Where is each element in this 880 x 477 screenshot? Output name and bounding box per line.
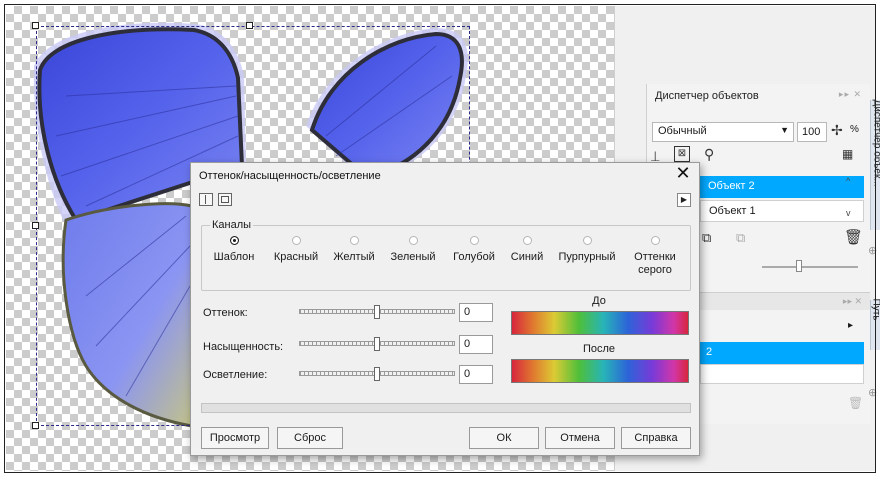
reset-button[interactable]: Сброс (277, 427, 343, 449)
path-side-tab[interactable]: Путь (870, 298, 880, 350)
saturation-slider[interactable] (299, 337, 455, 351)
radio-icon[interactable] (408, 236, 418, 245)
blend-mode-select[interactable]: Обычный ▼ (652, 122, 794, 142)
before-spectrum (511, 311, 689, 335)
add-docker-icon[interactable]: ⊕ (868, 244, 877, 257)
hue-input[interactable]: 0 (459, 303, 493, 322)
second-docker-panel: ▸▸ ✕ ▸ 2 🗑 (700, 292, 870, 412)
single-view-icon[interactable] (218, 193, 233, 206)
trash-icon[interactable]: 🗑 (848, 396, 863, 410)
saturation-label: Насыщенность: (203, 341, 284, 353)
help-button[interactable]: Справка (621, 427, 691, 449)
after-spectrum (511, 359, 689, 383)
lightness-input[interactable]: 0 (459, 365, 493, 384)
channel-label: Оттенки серого (634, 251, 676, 276)
saturation-input[interactable]: 0 (459, 335, 493, 354)
cancel-button[interactable]: Отмена (545, 427, 615, 449)
after-label: После (582, 343, 616, 355)
object-label: Объект 1 (709, 205, 756, 217)
flyout-arrow-icon[interactable]: ▸ (848, 320, 853, 331)
radio-icon[interactable] (522, 236, 532, 245)
mask-icon[interactable]: ⊠ (674, 146, 690, 162)
channel-label: Голубой (453, 251, 495, 263)
close-icon[interactable]: ✕ (673, 163, 693, 183)
channel-option-green[interactable]: Зеленый (382, 236, 444, 264)
selection-handle-bottom-left[interactable] (32, 422, 39, 429)
radio-icon[interactable] (582, 236, 592, 245)
zoom-slider-track (762, 266, 858, 268)
selection-handle-middle-left[interactable] (32, 222, 39, 229)
grid-icon[interactable]: ▦ (842, 147, 853, 161)
channels-group-label: Каналы (210, 219, 254, 231)
side-tab-label: Путь (870, 298, 880, 321)
channel-option-red[interactable]: Красный (266, 236, 326, 264)
channel-option-magenta[interactable]: Пурпурный (552, 236, 622, 264)
radio-icon[interactable] (291, 236, 301, 245)
preview-mode-toolbar (199, 193, 234, 209)
chevron-down-icon: ▼ (780, 125, 789, 135)
flyout-menu-icon[interactable]: ▶ (677, 193, 691, 207)
second-docker-selected-row[interactable]: 2 (700, 342, 864, 364)
hue-slider[interactable] (299, 305, 455, 319)
trash-icon[interactable]: 🗑 (844, 228, 863, 246)
progress-bar (201, 403, 691, 413)
channel-label: Желтый (333, 251, 375, 263)
docker-collapse-icon[interactable]: ▸▸ ✕ (839, 89, 862, 100)
saturation-slider-knob[interactable] (374, 337, 380, 351)
opacity-stepper-icon[interactable]: ✢ (831, 122, 843, 139)
zoom-slider[interactable] (762, 260, 858, 274)
add-docker-icon[interactable]: ⊕ (868, 386, 877, 399)
channel-label: Шаблон (213, 251, 255, 263)
blend-mode-value: Обычный (658, 125, 707, 137)
lightness-slider-knob[interactable] (374, 367, 380, 381)
selection-handle-top-center[interactable] (246, 22, 253, 29)
opacity-unit: % (850, 124, 859, 135)
lightness-slider[interactable] (299, 367, 455, 381)
chevron-up-icon[interactable]: ^ (846, 176, 850, 186)
radio-icon[interactable] (650, 236, 660, 245)
lightness-label: Осветление: (203, 369, 268, 381)
visibility-icon[interactable]: ⚲ (704, 146, 714, 163)
new-layer-icon[interactable]: ⧉ (702, 230, 711, 246)
docker-collapse-icon[interactable]: ▸▸ ✕ (843, 296, 862, 307)
channel-option-grayscale[interactable]: Оттенки серого (626, 236, 684, 277)
hue-saturation-lightness-dialog: Оттенок/насыщенность/осветление ✕ ▶ Кана… (190, 162, 700, 456)
radio-icon[interactable] (469, 236, 479, 245)
before-label: До (592, 295, 606, 307)
side-tab-label: Диспетчер объек... (871, 99, 880, 187)
list-scrollbar[interactable]: ^ v (846, 176, 860, 224)
second-docker-header: ▸▸ ✕ (700, 292, 870, 310)
object-manager-side-tab[interactable]: Диспетчер объек... (870, 100, 880, 230)
ok-button[interactable]: ОК (469, 427, 539, 449)
selection-handle-top-left[interactable] (32, 22, 39, 29)
channels-group: Каналы Шаблон Красный Желтый Зеленый Гол… (201, 219, 691, 291)
channel-option-yellow[interactable]: Желтый (326, 236, 382, 264)
dialog-title: Оттенок/насыщенность/осветление (199, 170, 381, 182)
channel-option-blue[interactable]: Синий (504, 236, 550, 264)
channel-label: Зеленый (390, 251, 436, 263)
chevron-down-icon[interactable]: v (846, 208, 851, 218)
preview-button[interactable]: Просмотр (201, 427, 269, 449)
split-view-icon[interactable] (199, 193, 213, 206)
channel-label: Красный (273, 251, 319, 263)
channel-option-cyan[interactable]: Голубой (446, 236, 502, 264)
channel-option-template[interactable]: Шаблон (210, 236, 258, 264)
opacity-input[interactable]: 100 (797, 122, 827, 142)
radio-checked-icon[interactable] (229, 236, 239, 245)
copy-layer-icon[interactable]: ⧉ (736, 230, 745, 246)
hue-slider-knob[interactable] (374, 305, 380, 319)
channel-label: Синий (510, 251, 544, 263)
object-row[interactable]: Объект 1 (700, 200, 864, 222)
object-label: Объект 2 (708, 180, 755, 192)
zoom-slider-knob[interactable] (796, 260, 802, 272)
second-docker-row[interactable] (700, 364, 864, 384)
radio-icon[interactable] (349, 236, 359, 245)
channel-label: Пурпурный (558, 251, 616, 263)
docker-title: Диспетчер объектов (655, 90, 759, 102)
object-row[interactable]: Объект 2 (700, 176, 864, 198)
hue-label: Оттенок: (203, 307, 248, 319)
